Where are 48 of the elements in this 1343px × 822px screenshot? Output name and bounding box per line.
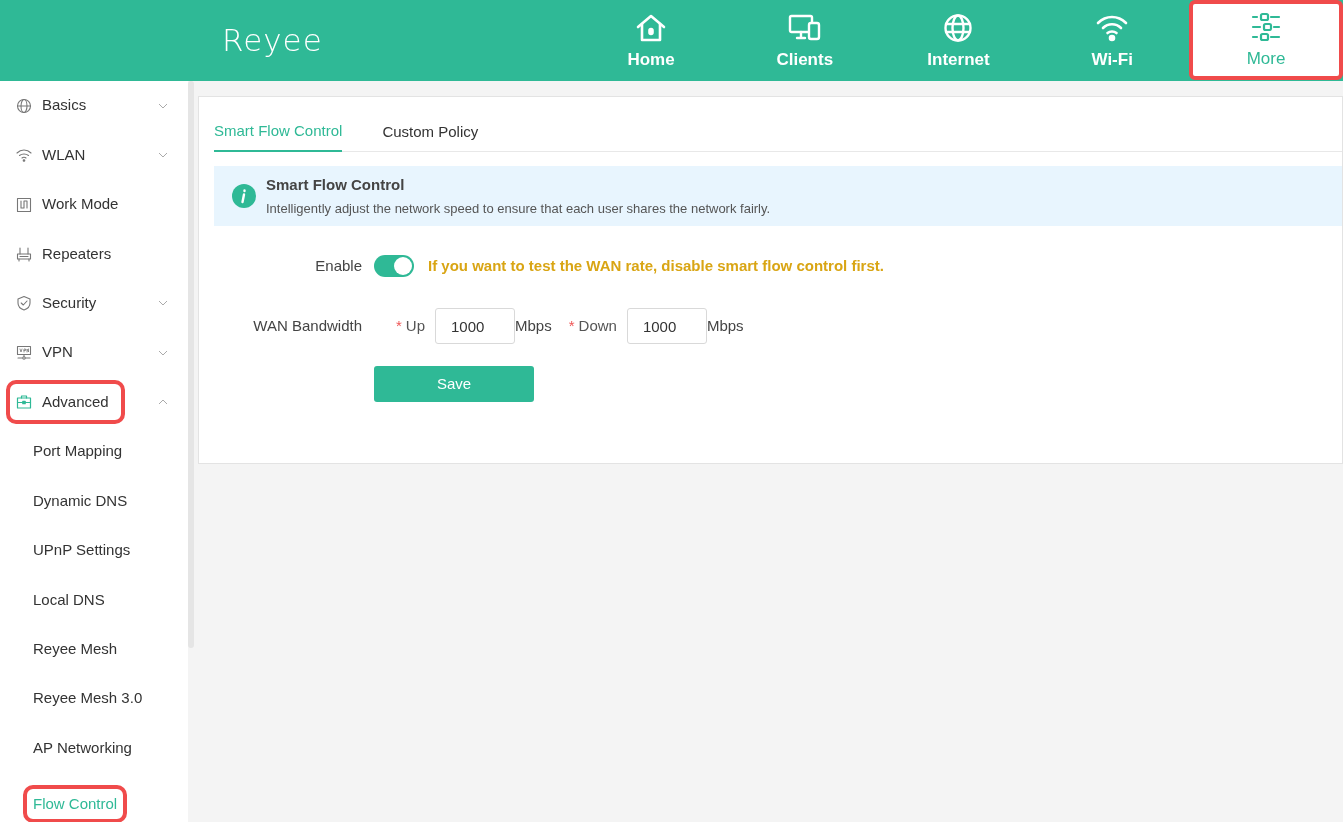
sidebar-item[interactable]: Basics bbox=[10, 87, 99, 124]
unit-label: Mbps bbox=[706, 315, 744, 336]
monitor-phone-icon bbox=[787, 12, 822, 43]
input-field[interactable]: 1000 bbox=[626, 308, 707, 344]
field-label: WAN Bandwidth bbox=[252, 315, 362, 336]
sliders-icon bbox=[1250, 12, 1283, 43]
chevron-down-icon[interactable] bbox=[158, 349, 168, 356]
sidebar-item[interactable]: VPN bbox=[10, 334, 85, 371]
required-mark: * bbox=[568, 315, 575, 336]
field-label: Down bbox=[578, 315, 617, 336]
info-icon bbox=[232, 184, 256, 208]
sidebar-item[interactable]: Work Mode bbox=[10, 186, 131, 223]
warning-text: If you want to test the WAN rate, disable smart flow control first. bbox=[428, 255, 884, 276]
wifi-icon bbox=[16, 147, 32, 164]
info-text: Intelligently adjust the network speed to ensure that each user shares the network fairly. bbox=[266, 199, 771, 218]
sidebar-item[interactable]: Security bbox=[10, 285, 109, 322]
chevron-down-icon[interactable] bbox=[158, 300, 168, 307]
input-field[interactable]: 1000 bbox=[435, 308, 516, 344]
router-icon bbox=[16, 245, 32, 262]
chevron-down-icon[interactable] bbox=[158, 102, 168, 109]
globe-icon bbox=[16, 97, 32, 114]
field-label: Up bbox=[405, 315, 426, 336]
house-icon bbox=[635, 12, 668, 43]
shield-icon bbox=[16, 295, 32, 312]
unit-label: Mbps bbox=[515, 315, 552, 336]
sidebar-item[interactable]: WLAN bbox=[10, 137, 98, 174]
logo: Reyee bbox=[222, 21, 323, 61]
submenu-item[interactable]: Reyee Mesh 3.0 bbox=[27, 683, 149, 714]
mode-icon bbox=[16, 196, 32, 213]
required-mark: * bbox=[396, 315, 402, 336]
submenu-item[interactable]: Dynamic DNS bbox=[27, 485, 134, 516]
submenu-item[interactable]: Reyee Mesh bbox=[27, 634, 124, 665]
field-label: Enable bbox=[314, 255, 362, 276]
scrollbar[interactable] bbox=[188, 81, 194, 648]
submenu-item[interactable]: Local DNS bbox=[27, 584, 111, 615]
toolbox-icon bbox=[16, 394, 32, 411]
chevron-up-icon[interactable] bbox=[158, 399, 168, 406]
submenu-item[interactable]: AP Networking bbox=[27, 733, 138, 763]
sidebar-item[interactable]: Repeaters bbox=[10, 235, 124, 272]
toggle-switch[interactable] bbox=[374, 255, 414, 277]
tab[interactable]: Custom Policy bbox=[382, 113, 479, 152]
globe-icon bbox=[943, 12, 974, 43]
info-title: Smart Flow Control bbox=[266, 175, 406, 195]
chevron-down-icon[interactable] bbox=[158, 152, 168, 159]
vpn-icon bbox=[16, 344, 32, 361]
sidebar-item[interactable]: Advanced bbox=[10, 384, 121, 421]
submenu-item[interactable]: UPnP Settings bbox=[27, 535, 137, 566]
submenu-item[interactable]: Port Mapping bbox=[27, 436, 129, 467]
